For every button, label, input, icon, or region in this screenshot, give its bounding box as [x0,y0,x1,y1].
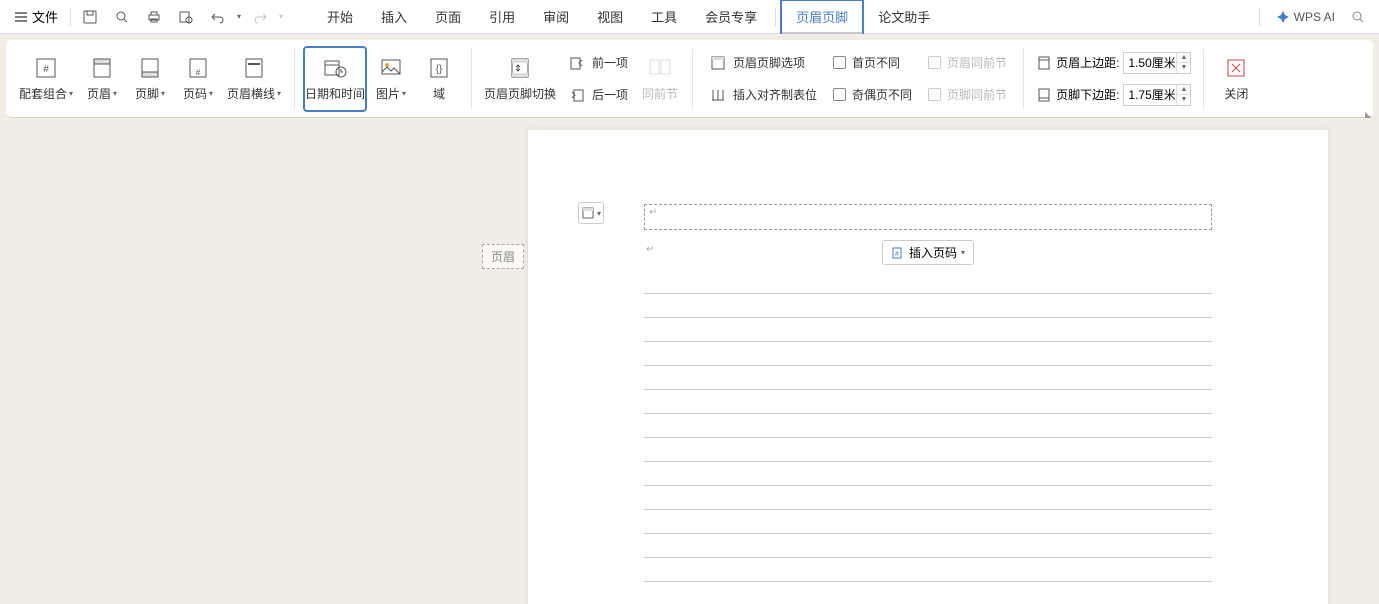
wps-ai-label: WPS AI [1294,10,1335,24]
checkbox-icon [833,88,846,101]
next-icon [568,86,586,104]
field-button[interactable]: {} 域 [415,46,463,112]
separator [471,49,472,109]
svg-text:{}: {} [436,64,443,75]
options-icon [709,54,727,72]
footer-same-checkbox: 页脚同前节 [924,82,1011,108]
tab-page[interactable]: 页面 [421,1,475,32]
odd-even-checkbox[interactable]: 奇偶页不同 [829,82,916,108]
same-button: 同前节 [636,46,684,112]
prev-icon [568,54,586,72]
svg-text:#: # [895,251,899,258]
tab-member[interactable]: 会员专享 [691,1,771,32]
top-margin-input[interactable]: 1.50厘米 ▲▼ [1123,52,1191,74]
header-edit-area[interactable] [644,204,1212,230]
same-icon [647,55,673,81]
separator [294,49,295,109]
combo-icon: # [33,55,59,81]
picture-button[interactable]: 图片▾ [367,46,415,112]
bottom-margin-label: 页脚下边距: [1056,86,1119,103]
separator [1023,49,1024,109]
headerline-icon [241,55,267,81]
header-tab-label: 页眉 [482,244,524,269]
bottom-margin-input[interactable]: 1.75厘米 ▲▼ [1123,84,1191,106]
header-float-icon [581,206,595,220]
headerline-button[interactable]: 页眉横线▾ [222,46,286,112]
tab-insert[interactable]: 插入 [367,1,421,32]
switch-button[interactable]: 页眉页脚切换 [480,46,560,112]
close-button[interactable]: 关闭 [1212,46,1260,112]
picture-icon [378,55,404,81]
separator [1259,8,1260,26]
field-icon: {} [426,55,452,81]
save-icon[interactable] [81,8,99,26]
print-icon[interactable] [145,8,163,26]
find-icon[interactable] [177,8,195,26]
insert-pageno-button[interactable]: # 插入页码 ▾ [882,240,974,265]
file-label: 文件 [32,7,58,26]
datetime-icon [322,55,348,81]
redo-icon[interactable] [251,8,269,26]
bottom-margin-icon [1036,87,1052,103]
options-button[interactable]: 页眉页脚选项 [705,50,821,76]
header-button[interactable]: 页眉▾ [78,46,126,112]
print-preview-icon[interactable] [113,8,131,26]
header-options-float[interactable]: ▾ [578,202,604,224]
pageno-insert-icon: # [891,246,905,260]
pageno-button[interactable]: # 页码▾ [174,46,222,112]
switch-icon [507,55,533,81]
top-margin-label: 页眉上边距: [1056,54,1119,71]
footer-button[interactable]: 页脚▾ [126,46,174,112]
tab-view[interactable]: 视图 [583,1,637,32]
redo-dropdown[interactable]: ▾ [279,12,283,21]
spin-down[interactable]: ▼ [1177,63,1190,73]
align-button[interactable]: 插入对齐制表位 [705,82,821,108]
next-button[interactable]: 后一项 [564,82,632,108]
spin-up[interactable]: ▲ [1177,53,1190,64]
undo-dropdown[interactable]: ▾ [237,12,241,21]
spin-up[interactable]: ▲ [1177,85,1190,96]
separator [692,49,693,109]
tab-thesis[interactable]: 论文助手 [864,1,944,32]
undo-icon[interactable] [209,8,227,26]
paragraph-mark: ↵ [646,244,654,255]
tab-review[interactable]: 审阅 [529,1,583,32]
pageno-icon: # [185,55,211,81]
top-margin-icon [1036,55,1052,71]
first-diff-checkbox[interactable]: 首页不同 [829,50,916,76]
datetime-button[interactable]: 日期和时间 [303,46,367,112]
wps-ai-button[interactable]: WPS AI [1276,10,1335,24]
hamburger-icon [14,10,28,24]
close-icon [1223,55,1249,81]
document-canvas[interactable]: ▾ 页眉 ↵ # 插入页码 ▾ [0,118,1379,604]
tab-tools[interactable]: 工具 [637,1,691,32]
file-menu[interactable]: 文件 [8,3,64,30]
body-lines [644,270,1212,604]
separator [70,8,71,26]
footer-icon [137,55,163,81]
tab-header-footer[interactable]: 页眉页脚 [780,0,864,34]
prev-button[interactable]: 前一项 [564,50,632,76]
align-icon [709,86,727,104]
page[interactable]: ▾ 页眉 ↵ # 插入页码 ▾ [528,130,1328,604]
ai-icon [1276,10,1290,24]
checkbox-icon [928,56,941,69]
search-icon[interactable] [1349,8,1367,26]
svg-text:#: # [43,64,49,75]
header-same-checkbox: 页眉同前节 [924,50,1011,76]
checkbox-icon [833,56,846,69]
header-icon [89,55,115,81]
separator [775,8,776,26]
separator [1203,49,1204,109]
tab-reference[interactable]: 引用 [475,1,529,32]
checkbox-icon [928,88,941,101]
tab-start[interactable]: 开始 [313,1,367,32]
combo-button[interactable]: # 配套组合▾ [14,46,78,112]
spin-down[interactable]: ▼ [1177,95,1190,105]
svg-text:#: # [196,68,201,77]
